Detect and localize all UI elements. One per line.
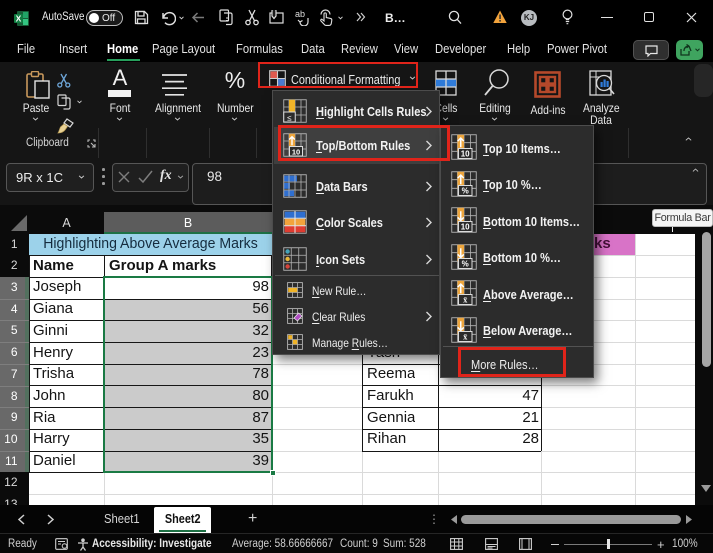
svg-text:x̄: x̄ xyxy=(463,295,468,305)
svg-text:%: % xyxy=(462,259,469,268)
svg-text:10: 10 xyxy=(461,223,470,232)
svg-text:ab: ab xyxy=(295,9,305,19)
svg-text:≤: ≤ xyxy=(287,113,292,122)
svg-text:X: X xyxy=(16,14,22,24)
svg-text:10: 10 xyxy=(461,150,470,159)
svg-text:%: % xyxy=(462,186,469,195)
svg-text:x̄: x̄ xyxy=(463,331,468,341)
